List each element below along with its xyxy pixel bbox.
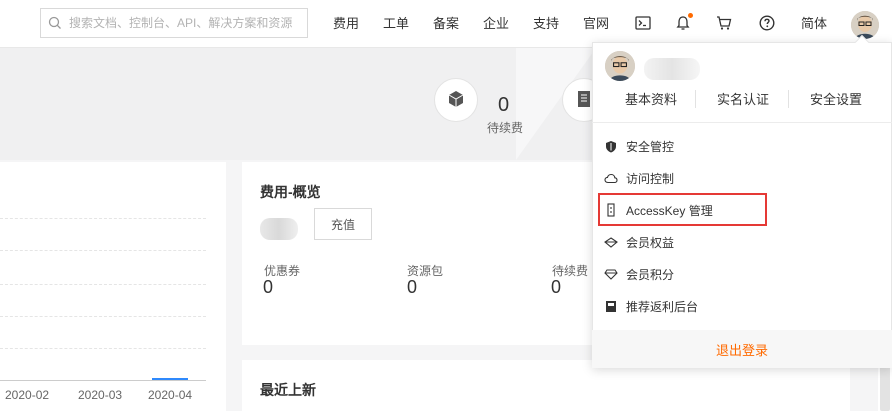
nav-support[interactable]: 支持 bbox=[533, 14, 559, 34]
menu-item-access-control[interactable]: 访问控制 bbox=[604, 168, 674, 188]
security-settings-link[interactable]: 安全设置 bbox=[810, 92, 862, 108]
username-blurred bbox=[644, 58, 700, 80]
menu-item-referral-dashboard[interactable]: 推荐返利后台 bbox=[604, 296, 698, 316]
recharge-button[interactable]: 充值 bbox=[314, 208, 372, 240]
gem-icon bbox=[604, 267, 618, 281]
chart-gridline bbox=[0, 218, 206, 219]
pending-renewal-value[interactable]: 0 bbox=[551, 277, 561, 298]
nav-billing[interactable]: 费用 bbox=[333, 14, 359, 34]
chart-x-axis bbox=[0, 380, 206, 381]
resource-pack-value[interactable]: 0 bbox=[407, 277, 417, 298]
cloud-icon bbox=[604, 171, 618, 185]
chart-gridline bbox=[0, 250, 206, 251]
nav-icp-filing[interactable]: 备案 bbox=[433, 14, 459, 34]
nav-tickets[interactable]: 工单 bbox=[383, 14, 409, 34]
renewal-icon-circle bbox=[434, 78, 478, 122]
chart-gridline bbox=[0, 316, 206, 317]
divider bbox=[592, 122, 892, 123]
chart-tick-label: 2020-04 bbox=[148, 388, 193, 402]
search-icon bbox=[41, 9, 69, 37]
divider bbox=[788, 90, 789, 108]
trend-chart-card bbox=[0, 162, 226, 411]
balance-amount-blurred bbox=[260, 218, 298, 240]
document-icon bbox=[576, 90, 592, 111]
scrollbar-thumb[interactable] bbox=[880, 364, 890, 411]
shield-icon bbox=[604, 139, 618, 153]
help-icon[interactable] bbox=[757, 13, 777, 33]
fee-card-title: 费用-概览 bbox=[260, 184, 321, 200]
nav-official-site[interactable]: 官网 bbox=[583, 14, 609, 34]
menu-item-label: 推荐返利后台 bbox=[626, 299, 699, 314]
menu-item-label: 访问控制 bbox=[626, 171, 675, 186]
bell-icon[interactable] bbox=[673, 13, 693, 33]
menu-item-member-points[interactable]: 会员积分 bbox=[604, 264, 674, 284]
real-name-auth-link[interactable]: 实名认证 bbox=[717, 92, 769, 108]
chart-tick-label: 2020-03 bbox=[78, 388, 123, 402]
top-navbar: 费用 工单 备案 企业 支持 官网 简体 bbox=[0, 0, 892, 48]
accesskey-highlight-box bbox=[598, 193, 767, 226]
menu-item-security-control[interactable]: 安全管控 bbox=[604, 136, 674, 156]
menu-item-label: 安全管控 bbox=[626, 139, 675, 154]
user-avatar[interactable] bbox=[851, 11, 879, 39]
menu-item-member-benefits[interactable]: 会员权益 bbox=[604, 232, 674, 252]
divider bbox=[695, 90, 696, 108]
logout-button[interactable]: 退出登录 bbox=[592, 330, 892, 368]
chart-gridline bbox=[0, 348, 206, 349]
profile-link[interactable]: 基本资料 bbox=[625, 92, 677, 108]
language-switch[interactable]: 简体 bbox=[801, 14, 827, 34]
box-icon bbox=[447, 90, 465, 111]
search-input[interactable] bbox=[69, 16, 305, 30]
cart-icon[interactable] bbox=[714, 13, 734, 33]
nav-enterprise[interactable]: 企业 bbox=[483, 14, 509, 34]
diamond-icon bbox=[604, 235, 618, 249]
chart-tick-label: 2020-02 bbox=[5, 388, 50, 402]
coupon-value[interactable]: 0 bbox=[263, 277, 273, 298]
search-box[interactable] bbox=[40, 8, 308, 38]
chart-bar bbox=[152, 378, 188, 380]
chart-gridline bbox=[0, 284, 206, 285]
notification-dot bbox=[688, 13, 693, 18]
renewal-label: 待续费 bbox=[487, 121, 524, 135]
renewal-count[interactable]: 0 bbox=[498, 94, 509, 117]
menu-item-label: 会员积分 bbox=[626, 267, 675, 282]
dropdown-user-avatar bbox=[605, 51, 635, 81]
recent-launches-title: 最近上新 bbox=[260, 382, 316, 398]
terminal-icon[interactable] bbox=[633, 13, 653, 33]
gift-icon bbox=[604, 299, 618, 313]
menu-item-label: 会员权益 bbox=[626, 235, 675, 250]
